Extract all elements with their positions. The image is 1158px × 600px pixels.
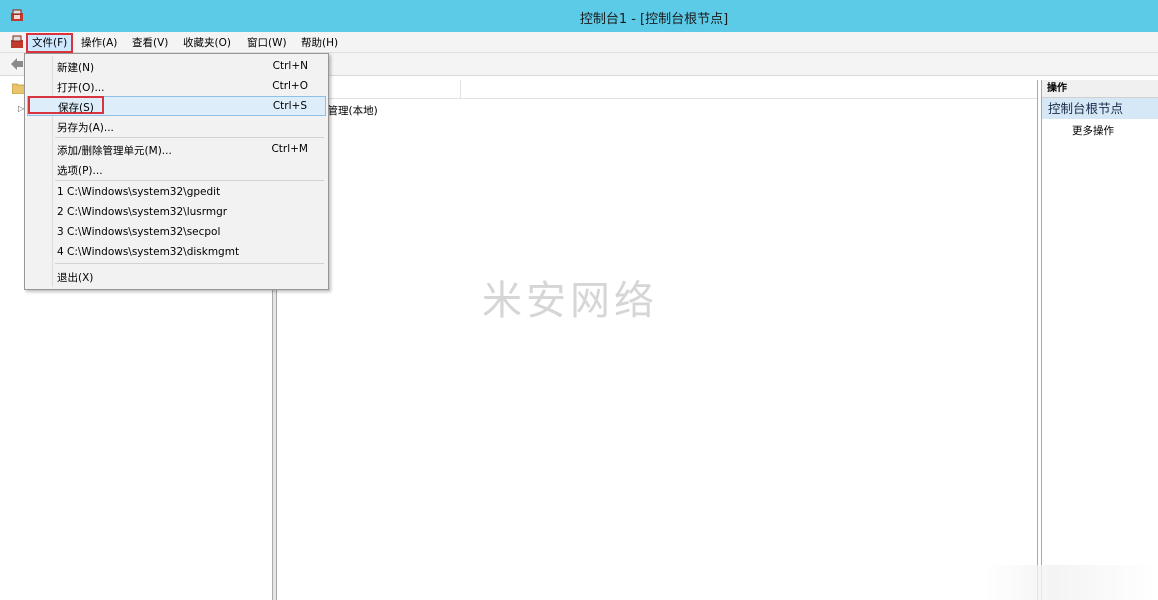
menu-help[interactable]: 帮助(H) — [301, 35, 338, 50]
menu-separator — [55, 180, 324, 181]
menu-item-recent-4[interactable]: 4 C:\Windows\system32\diskmgmt — [27, 242, 326, 262]
menu-item-shortcut: Ctrl+S — [272, 100, 307, 112]
menu-item-label: 选项(P)... — [57, 165, 103, 177]
menu-item-shortcut: Ctrl+O — [272, 80, 308, 92]
window-title: 控制台1 - [控制台根节点] — [579, 12, 729, 27]
menu-window[interactable]: 窗口(W) — [247, 35, 287, 50]
menu-item-label: 2 C:\Windows\system32\lusrmgr — [57, 206, 228, 218]
menu-action[interactable]: 操作(A) — [81, 35, 117, 50]
menu-item-shortcut: Ctrl+N — [272, 60, 308, 72]
menu-item-save[interactable]: 保存(S) Ctrl+S — [27, 96, 326, 116]
menu-item-exit[interactable]: 退出(X) — [27, 266, 326, 286]
menu-item-options[interactable]: 选项(P)... — [27, 159, 326, 179]
menu-item-label: 另存为(A)... — [57, 122, 114, 134]
menu-item-label: 保存(S) — [58, 102, 94, 114]
column-header-row — [277, 80, 1037, 99]
menu-separator — [55, 137, 324, 138]
menu-item-label: 添加/删除管理单元(M)... — [57, 145, 172, 157]
menu-item-label: 1 C:\Windows\system32\gpedit — [57, 186, 221, 198]
menu-file[interactable]: 文件(F) — [26, 33, 74, 53]
results-pane[interactable]: 机管理(本地) — [277, 80, 1038, 600]
more-actions-link[interactable]: 更多操作 — [1042, 123, 1158, 138]
menu-item-new[interactable]: 新建(N) Ctrl+N — [27, 56, 326, 76]
file-menu-dropdown: 新建(N) Ctrl+N 打开(O)... Ctrl+O 保存(S) Ctrl+… — [24, 53, 329, 290]
menu-bar: 文件(F) 操作(A) 查看(V) 收藏夹(O) 窗口(W) 帮助(H) — [0, 32, 1158, 53]
corner-fade — [985, 565, 1158, 600]
console-menu-icon[interactable] — [10, 35, 24, 49]
menu-item-recent-2[interactable]: 2 C:\Windows\system32\lusrmgr — [27, 202, 326, 222]
menu-item-recent-1[interactable]: 1 C:\Windows\system32\gpedit — [27, 182, 326, 202]
menu-item-shortcut: Ctrl+M — [271, 143, 308, 155]
menu-item-open[interactable]: 打开(O)... Ctrl+O — [27, 76, 326, 96]
watermark-text: 米安网络 — [482, 278, 658, 324]
menu-item-label: 新建(N) — [57, 62, 95, 74]
menu-item-label: 打开(O)... — [57, 82, 105, 94]
title-bar: 控制台1 - [控制台根节点] — [0, 0, 1158, 32]
actions-section-console-root[interactable]: 控制台根节点 — [1042, 98, 1158, 119]
menu-item-recent-3[interactable]: 3 C:\Windows\system32\secpol — [27, 222, 326, 242]
menu-item-add-remove-snapin[interactable]: 添加/删除管理单元(M)... Ctrl+M — [27, 139, 326, 159]
actions-pane: 操作 控制台根节点 更多操作 — [1041, 80, 1158, 600]
menu-item-label: 4 C:\Windows\system32\diskmgmt — [57, 246, 240, 258]
menu-view[interactable]: 查看(V) — [132, 35, 168, 50]
back-arrow-icon[interactable] — [10, 57, 24, 71]
actions-header: 操作 — [1042, 80, 1158, 98]
menu-separator — [55, 263, 324, 264]
menu-item-save-as[interactable]: 另存为(A)... — [27, 116, 326, 136]
menu-favorites[interactable]: 收藏夹(O) — [183, 35, 231, 50]
menu-item-label: 3 C:\Windows\system32\secpol — [57, 226, 221, 238]
menu-item-label: 退出(X) — [57, 272, 94, 284]
